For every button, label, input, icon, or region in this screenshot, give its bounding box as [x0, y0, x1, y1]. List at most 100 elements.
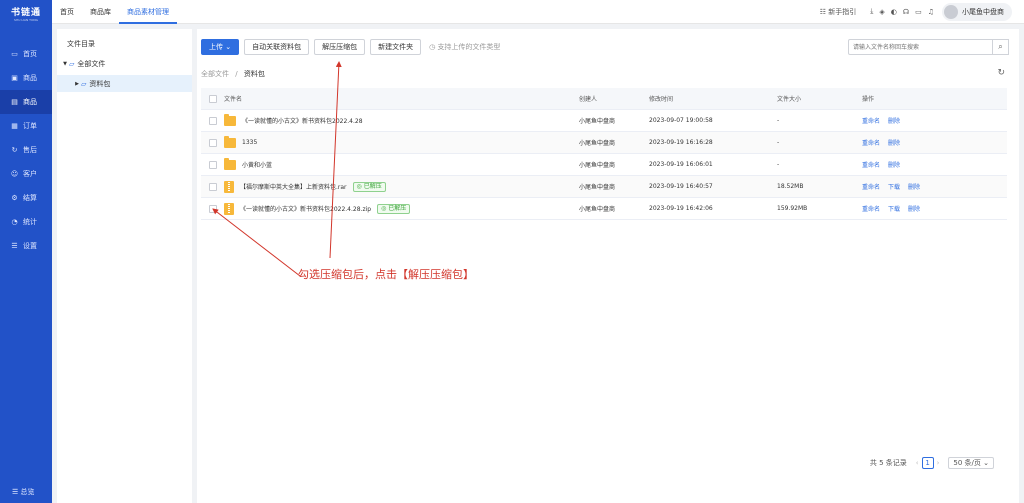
- file-name[interactable]: 《一读就懂的小古文》新书资料包2022.4.28: [242, 116, 363, 125]
- guide-label: 新手指引: [828, 7, 857, 16]
- bell-icon[interactable]: ♫: [928, 8, 934, 16]
- table-row[interactable]: 《一读就懂的小古文》新书资料包2022.4.28 小尾鱼中盘商 2023-09-…: [201, 110, 1007, 132]
- box-icon: ▤: [11, 98, 18, 106]
- supported-types-link[interactable]: ◷ 支持上传的文件类型: [429, 42, 500, 52]
- rename-link[interactable]: 重命名: [862, 204, 880, 213]
- sidebar: 书链通 SHU LIAN TONG ▭ 首页 ▣ 商品 ▤ 商品 ▦ 订单 ↻ 售后 ☺ 客…: [0, 0, 52, 503]
- tab-home[interactable]: 首页: [52, 0, 82, 24]
- select-all-checkbox[interactable]: [208, 94, 217, 103]
- file-name[interactable]: 1335: [242, 139, 257, 146]
- file-creator: 小尾鱼中盘商: [579, 118, 616, 125]
- folder-icon: [224, 113, 236, 126]
- tab-product-library[interactable]: 商品库: [82, 0, 119, 24]
- delete-link[interactable]: 删除: [908, 204, 920, 213]
- upload-button[interactable]: 上传 ⌄: [201, 39, 240, 55]
- upload-label: 上传: [209, 43, 223, 51]
- file-modified: 2023-09-19 16:16:28: [649, 139, 713, 146]
- guide-link[interactable]: ☷ 新手指引: [820, 7, 857, 17]
- rename-link[interactable]: 重命名: [862, 116, 880, 125]
- pagination: 共 5 条记录 ‹ 1 › 50 条/页 ⌄: [870, 457, 994, 469]
- file-tree: 文件目录 ▼ ▱ 全部文件 ▶ ▱ 资料包: [57, 29, 192, 503]
- order-icon: ▦: [11, 122, 18, 130]
- sidebar-item-label: 订单: [23, 122, 37, 130]
- skin-icon[interactable]: ◈: [879, 8, 884, 16]
- rename-link[interactable]: 重命名: [862, 138, 880, 147]
- auto-link-button[interactable]: 自动关联资料包: [244, 39, 310, 55]
- caret-right-icon[interactable]: ▶: [73, 81, 81, 87]
- sidebar-item-settlement[interactable]: ⚙ 结算: [0, 186, 52, 210]
- sidebar-item-label: 首页: [23, 50, 37, 58]
- sidebar-item-settings[interactable]: ☰ 设置: [0, 234, 52, 258]
- file-table: 文件名 创建人 修改时间 文件大小 操作 《一读就懂的小古文》新书资料包2022…: [201, 88, 1007, 220]
- instruction-annotation: 勾选压缩包后，点击【解压压缩包】: [298, 268, 474, 281]
- row-checkbox[interactable]: [208, 204, 217, 213]
- row-checkbox[interactable]: [208, 182, 217, 191]
- folder-icon: [224, 157, 236, 170]
- delete-link[interactable]: 删除: [888, 116, 900, 125]
- page-number[interactable]: 1: [921, 457, 934, 469]
- tree-node-material-pack[interactable]: ▶ ▱ 资料包: [57, 75, 192, 92]
- sidebar-item-label: 商品: [23, 74, 37, 82]
- logo-subtitle: SHU LIAN TONG: [14, 18, 38, 22]
- page-size-select[interactable]: 50 条/页 ⌄: [948, 457, 994, 469]
- download-link[interactable]: 下载: [888, 182, 900, 191]
- tree-node-all-files[interactable]: ▼ ▱ 全部文件: [57, 55, 192, 72]
- new-folder-button[interactable]: 新建文件夹: [370, 39, 422, 55]
- tree-node-label: 资料包: [89, 79, 111, 88]
- row-checkbox[interactable]: [208, 116, 217, 125]
- table-row[interactable]: 《一读就懂的小古文》新书资料包2022.4.28.zip ◎ 已解压 小尾鱼中盘商…: [201, 198, 1007, 220]
- sidebar-item-label: 统计: [23, 218, 37, 226]
- user-name: 小尾鱼中盘商: [962, 7, 1004, 16]
- headset-icon[interactable]: ☊: [903, 8, 909, 16]
- message-icon[interactable]: ▭: [915, 8, 922, 16]
- folder-icon: ▱: [81, 79, 87, 88]
- user-menu[interactable]: 小尾鱼中盘商: [942, 2, 1012, 21]
- search-icon[interactable]: ⌕: [993, 39, 1009, 55]
- tab-material-management[interactable]: 商品素材管理: [119, 0, 177, 24]
- caret-down-icon[interactable]: ▼: [61, 61, 69, 67]
- sidebar-item-goods[interactable]: ▣ 商品: [0, 66, 52, 90]
- search-input[interactable]: [848, 39, 993, 55]
- next-page-icon[interactable]: ›: [937, 459, 940, 467]
- file-name[interactable]: 《一读就懂的小古文》新书资料包2022.4.28.zip: [240, 204, 371, 213]
- delete-link[interactable]: 删除: [888, 160, 900, 169]
- delete-link[interactable]: 删除: [888, 138, 900, 147]
- file-name[interactable]: 小黄和小蓝: [242, 160, 272, 169]
- file-modified: 2023-09-19 16:42:06: [649, 205, 713, 212]
- row-checkbox[interactable]: [208, 160, 217, 169]
- topbar: 首页 商品库 商品素材管理 ☷ 新手指引 ⤓ ◈ ◐ ☊ ▭ ♫ 小尾鱼中盘商: [52, 0, 1024, 24]
- sidebar-item-stats[interactable]: ◔ 统计: [0, 210, 52, 234]
- header-modified: 修改时间: [649, 96, 674, 103]
- table-row[interactable]: 小黄和小蓝 小尾鱼中盘商 2023-09-19 16:06:01 - 重命名 删除: [201, 154, 1007, 176]
- file-name[interactable]: 【福尔摩斯中英大全集】上新资料包.rar: [240, 182, 347, 191]
- table-header: 文件名 创建人 修改时间 文件大小 操作: [201, 88, 1007, 110]
- collapse-button[interactable]: ☰ 总览: [12, 487, 35, 497]
- collapse-label: 总览: [20, 488, 35, 496]
- rename-link[interactable]: 重命名: [862, 160, 880, 169]
- theme-icon[interactable]: ◐: [891, 8, 897, 16]
- sidebar-item-label: 设置: [23, 242, 37, 250]
- rename-link[interactable]: 重命名: [862, 182, 880, 191]
- sidebar-item-aftersale[interactable]: ↻ 售后: [0, 138, 52, 162]
- sidebar-nav: ▭ 首页 ▣ 商品 ▤ 商品 ▦ 订单 ↻ 售后 ☺ 客户 ⚙ 结算 ◔ 统计 ☰ 设置: [0, 42, 52, 258]
- breadcrumb-root[interactable]: 全部文件: [201, 70, 229, 78]
- archive-icon: [224, 202, 234, 215]
- sidebar-item-customers[interactable]: ☺ 客户: [0, 162, 52, 186]
- prev-page-icon[interactable]: ‹: [916, 459, 919, 467]
- delete-link[interactable]: 删除: [908, 182, 920, 191]
- sidebar-item-orders[interactable]: ▦ 订单: [0, 114, 52, 138]
- download-link[interactable]: 下载: [888, 204, 900, 213]
- table-row[interactable]: 1335 小尾鱼中盘商 2023-09-19 16:16:28 - 重命名 删除: [201, 132, 1007, 154]
- breadcrumb-current: 资料包: [243, 70, 265, 78]
- avatar: [944, 4, 958, 19]
- table-row[interactable]: 【福尔摩斯中英大全集】上新资料包.rar ◎ 已解压 小尾鱼中盘商 2023-09…: [201, 176, 1007, 198]
- folder-open-icon: ▱: [69, 59, 75, 68]
- sidebar-item-label: 客户: [23, 170, 37, 178]
- sidebar-item-home[interactable]: ▭ 首页: [0, 42, 52, 66]
- sidebar-item-goods-active[interactable]: ▤ 商品: [0, 90, 52, 114]
- settle-icon: ⚙: [11, 194, 18, 202]
- download-icon[interactable]: ⤓: [870, 7, 873, 16]
- unzip-button[interactable]: 解压压缩包: [314, 39, 366, 55]
- row-checkbox[interactable]: [208, 138, 217, 147]
- refresh-icon[interactable]: ↻: [997, 68, 1005, 78]
